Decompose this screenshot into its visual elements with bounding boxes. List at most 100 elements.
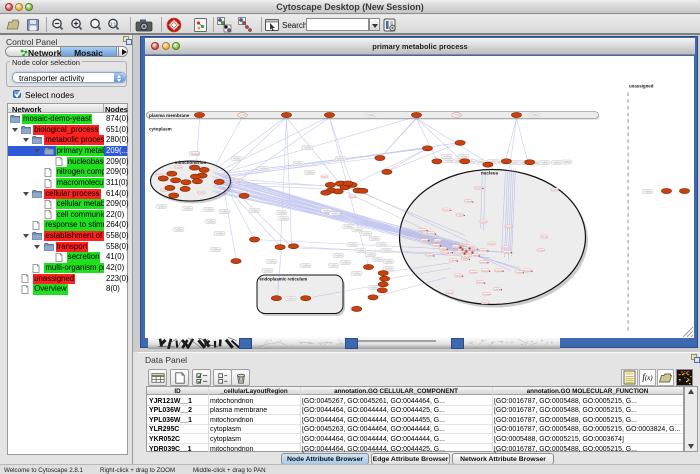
svg-text:Yxl00w: Yxl00w xyxy=(480,221,487,223)
svg-text:endoplasmic reticulum: endoplasmic reticulum xyxy=(260,277,308,282)
svg-text:Yxl00w: Yxl00w xyxy=(220,210,228,214)
svg-text:Yxl00w: Yxl00w xyxy=(329,264,337,268)
svg-text:Yxl00w: Yxl00w xyxy=(321,176,328,178)
svg-text:Yxl00w: Yxl00w xyxy=(366,253,374,257)
svg-text:Yxl00w: Yxl00w xyxy=(384,267,392,271)
svg-text:Yxl00w: Yxl00w xyxy=(259,167,267,171)
svg-text:Yxl00w: Yxl00w xyxy=(476,282,483,284)
svg-text:Yxl00w: Yxl00w xyxy=(552,161,560,165)
svg-text:Yxl00w: Yxl00w xyxy=(303,146,311,150)
svg-text:Yxl00w: Yxl00w xyxy=(502,247,509,249)
svg-text:Yxl00w: Yxl00w xyxy=(250,209,258,213)
svg-text:Yxl00w: Yxl00w xyxy=(204,208,212,212)
svg-text:Yxl00w: Yxl00w xyxy=(562,160,570,164)
svg-text:Yxl00w: Yxl00w xyxy=(426,255,433,257)
svg-text:Yxl00w: Yxl00w xyxy=(452,246,459,248)
svg-text:Yxl00w: Yxl00w xyxy=(551,189,558,191)
svg-text:Yxl00w: Yxl00w xyxy=(211,248,219,252)
svg-text:Yxl00w: Yxl00w xyxy=(286,297,294,301)
svg-text:Yxl00w: Yxl00w xyxy=(444,159,452,163)
svg-text:Yxl00w: Yxl00w xyxy=(215,232,223,236)
svg-text:Yxl00w: Yxl00w xyxy=(483,294,490,296)
svg-text:Yxl00w: Yxl00w xyxy=(470,272,477,274)
svg-text:Yxl00w: Yxl00w xyxy=(465,201,472,203)
svg-text:Yxl00w: Yxl00w xyxy=(427,233,434,235)
svg-text:Yxl00w: Yxl00w xyxy=(183,207,191,211)
svg-text:Yxl00w: Yxl00w xyxy=(384,260,392,264)
svg-text:Yxl00w: Yxl00w xyxy=(461,259,468,261)
svg-text:cytoplasm: cytoplasm xyxy=(149,127,172,132)
svg-text:Yxl00w: Yxl00w xyxy=(470,248,477,250)
svg-text:Yxl00w: Yxl00w xyxy=(540,161,548,165)
svg-text:Yxl00w: Yxl00w xyxy=(524,270,531,272)
svg-text:Yxl00w: Yxl00w xyxy=(157,205,165,209)
svg-text:Yxl00w: Yxl00w xyxy=(330,212,338,216)
svg-text:Yxl00w: Yxl00w xyxy=(480,262,487,264)
svg-text:Yxl00w: Yxl00w xyxy=(434,240,441,242)
svg-text:Yxl00w: Yxl00w xyxy=(441,252,448,254)
svg-text:Yxl00w: Yxl00w xyxy=(277,211,285,215)
svg-text:Yxl00w: Yxl00w xyxy=(421,240,428,242)
svg-text:Yxl00w: Yxl00w xyxy=(235,180,242,182)
svg-text:Yxl00w: Yxl00w xyxy=(305,171,313,175)
svg-text:Yxl00w: Yxl00w xyxy=(480,250,487,252)
svg-text:Yxl00w: Yxl00w xyxy=(263,269,271,273)
svg-text:Yxl00w: Yxl00w xyxy=(471,255,478,257)
svg-text:Yxl00w: Yxl00w xyxy=(334,254,342,258)
svg-text:Yxl00w: Yxl00w xyxy=(232,157,240,161)
svg-text:Yxl00w: Yxl00w xyxy=(439,248,446,250)
svg-text:Yxl00w: Yxl00w xyxy=(382,249,390,253)
svg-text:Yxl00w: Yxl00w xyxy=(419,230,426,232)
svg-text:Yxl00w: Yxl00w xyxy=(537,250,544,252)
svg-text:Yxl00w: Yxl00w xyxy=(198,193,205,195)
svg-text:Yxl00w: Yxl00w xyxy=(279,217,287,221)
svg-text:Yxl00w: Yxl00w xyxy=(455,252,462,254)
svg-text:unassigned: unassigned xyxy=(629,84,654,89)
svg-text:Yxl00w: Yxl00w xyxy=(175,167,182,169)
svg-text:Yxl00w: Yxl00w xyxy=(488,243,495,245)
svg-text:nucleus: nucleus xyxy=(481,171,499,176)
svg-text:Yxl00w: Yxl00w xyxy=(449,260,456,262)
svg-text:Yxl00w: Yxl00w xyxy=(362,232,370,236)
svg-text:Yxl00w: Yxl00w xyxy=(373,258,381,262)
svg-text:Yxl00w: Yxl00w xyxy=(462,256,469,258)
svg-text:Yxl00w: Yxl00w xyxy=(353,228,361,232)
svg-text:1:1: 1:1 xyxy=(110,21,117,26)
svg-text:Yxl00w: Yxl00w xyxy=(377,243,385,247)
svg-text:Yxl00w: Yxl00w xyxy=(369,286,377,290)
svg-text:Yxl00w: Yxl00w xyxy=(442,155,450,159)
svg-text:Yxl00w: Yxl00w xyxy=(344,225,352,229)
svg-text:Yxl00w: Yxl00w xyxy=(370,237,378,241)
svg-text:Yxl00w: Yxl00w xyxy=(481,270,488,272)
svg-text:Yxl00w: Yxl00w xyxy=(459,155,467,159)
svg-text:plasma membrane: plasma membrane xyxy=(149,113,190,118)
svg-text:Yxl00: Yxl00 xyxy=(239,113,246,117)
svg-text:Yxl00w: Yxl00w xyxy=(348,243,356,247)
svg-text:Yxl00w: Yxl00w xyxy=(294,162,302,166)
svg-text:Yxl00w: Yxl00w xyxy=(349,196,356,198)
svg-text:Yxl00w: Yxl00w xyxy=(341,261,349,265)
svg-text:Yxl00w: Yxl00w xyxy=(446,292,453,294)
svg-text:Yxl00w: Yxl00w xyxy=(352,272,360,276)
svg-text:Yxl00w: Yxl00w xyxy=(456,215,463,217)
svg-text:Yxl00: Yxl00 xyxy=(453,113,460,117)
svg-text:Yxl00w: Yxl00w xyxy=(465,252,472,254)
svg-text:Yxl00w: Yxl00w xyxy=(454,275,461,277)
svg-text:Yxl00w: Yxl00w xyxy=(467,246,474,248)
svg-text:Yxl00w: Yxl00w xyxy=(505,226,512,228)
svg-text:Yxl00w: Yxl00w xyxy=(643,190,651,194)
svg-text:Yxl00w: Yxl00w xyxy=(174,228,182,232)
svg-text:Yxl00w: Yxl00w xyxy=(481,302,488,304)
svg-text:Yxl00w: Yxl00w xyxy=(192,153,199,155)
svg-text:Yxl00w: Yxl00w xyxy=(460,243,467,245)
svg-text:Yxl00w: Yxl00w xyxy=(267,260,275,264)
svg-text:Yxl00w: Yxl00w xyxy=(206,220,214,224)
svg-text:Yxl00w: Yxl00w xyxy=(495,270,502,272)
svg-text:Yxl00w: Yxl00w xyxy=(541,237,548,239)
svg-text:Yxl00w: Yxl00w xyxy=(475,188,482,190)
svg-text:Yxl00w: Yxl00w xyxy=(493,289,500,291)
svg-text:Yxl00w: Yxl00w xyxy=(356,249,364,253)
svg-text:Yxl00w: Yxl00w xyxy=(443,210,450,212)
svg-text:Yxl00w: Yxl00w xyxy=(503,252,510,254)
svg-text:Yxl00w: Yxl00w xyxy=(301,264,309,268)
